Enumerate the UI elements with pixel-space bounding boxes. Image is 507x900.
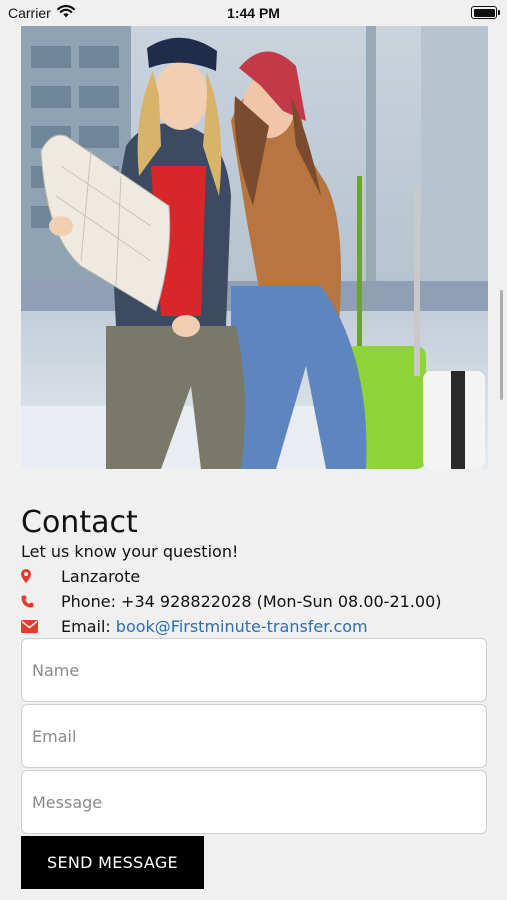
email-row: Email: book@Firstminute-transfer.com	[21, 615, 368, 637]
map-marker-icon	[21, 569, 61, 583]
envelope-icon	[21, 619, 61, 633]
email-label: Email:	[61, 616, 111, 636]
contact-title: Contact	[21, 505, 138, 540]
location-text: Lanzarote	[61, 566, 141, 586]
message-field[interactable]	[21, 770, 487, 834]
email-link[interactable]: book@Firstminute-transfer.com	[116, 617, 368, 636]
contact-subtitle: Let us know your question!	[21, 542, 239, 561]
location-row: Lanzarote	[21, 565, 140, 587]
scroll-indicator[interactable]	[500, 290, 503, 400]
status-time: 1:44 PM	[227, 5, 280, 21]
phone-text: Phone: +34 928822028 (Mon-Sun 08.00-21.0…	[61, 591, 442, 611]
email-field[interactable]	[21, 704, 487, 768]
phone-icon	[21, 595, 61, 608]
status-bar: Carrier 1:44 PM	[0, 0, 507, 26]
hero-photo	[21, 26, 488, 469]
phone-row: Phone: +34 928822028 (Mon-Sun 08.00-21.0…	[21, 590, 442, 612]
name-field[interactable]	[21, 638, 487, 702]
battery-icon	[471, 6, 500, 19]
send-message-button[interactable]: SEND MESSAGE	[21, 836, 204, 889]
